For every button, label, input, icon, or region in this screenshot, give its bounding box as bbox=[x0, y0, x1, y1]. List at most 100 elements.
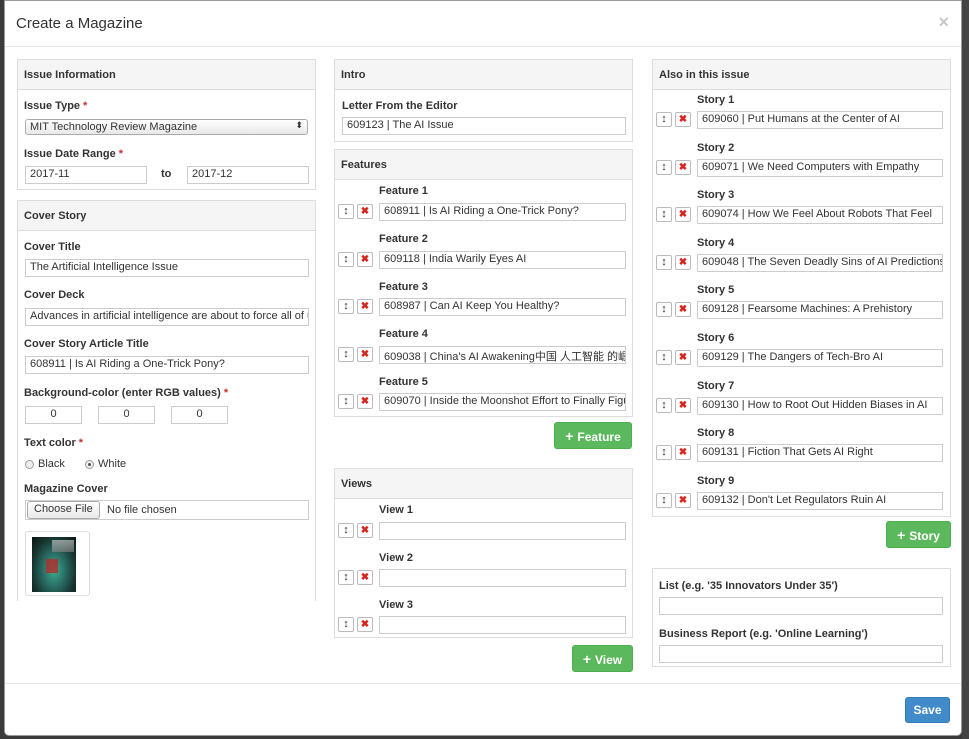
story-1-label: Story 1 bbox=[697, 94, 735, 106]
close-icon[interactable]: × bbox=[938, 12, 949, 33]
issue-type-value: MIT Technology Review Magazine bbox=[30, 121, 198, 133]
story-5-input[interactable]: 609128 | Fearsome Machines: A Prehistory bbox=[697, 301, 943, 319]
delete-icon[interactable]: ✖ bbox=[357, 523, 373, 538]
move-icon[interactable]: ↕ bbox=[338, 252, 354, 267]
delete-icon[interactable]: ✖ bbox=[357, 347, 373, 362]
business-report-input[interactable] bbox=[659, 645, 943, 663]
issue-type-label: Issue Type * bbox=[24, 100, 88, 112]
story-6-input[interactable]: 609129 | The Dangers of Tech-Bro AI bbox=[697, 349, 943, 367]
move-icon[interactable]: ↕ bbox=[656, 255, 672, 270]
background-color-label: Background-color (enter RGB values) * bbox=[24, 387, 229, 399]
feature-3-input[interactable]: 608987 | Can AI Keep You Healthy? bbox=[379, 298, 626, 316]
story-3-input[interactable]: 609074 | How We Feel About Robots That F… bbox=[697, 206, 943, 224]
move-icon[interactable]: ↕ bbox=[338, 617, 354, 632]
delete-icon[interactable]: ✖ bbox=[675, 255, 691, 270]
delete-icon[interactable]: ✖ bbox=[357, 617, 373, 632]
move-icon[interactable]: ↕ bbox=[656, 112, 672, 127]
cover-article-title-input[interactable]: 608911 | Is AI Riding a One-Trick Pony? bbox=[25, 356, 309, 374]
issue-date-range-label: Issue Date Range * bbox=[24, 148, 123, 160]
delete-icon[interactable]: ✖ bbox=[675, 398, 691, 413]
delete-icon[interactable]: ✖ bbox=[675, 112, 691, 127]
move-icon[interactable]: ↕ bbox=[338, 523, 354, 538]
plus-icon: + bbox=[565, 427, 574, 444]
features-heading: Features bbox=[335, 150, 632, 180]
move-icon[interactable]: ↕ bbox=[338, 570, 354, 585]
move-icon[interactable]: ↕ bbox=[338, 204, 354, 219]
view-3-input[interactable] bbox=[379, 616, 626, 634]
text-color-label: Text color * bbox=[24, 437, 84, 449]
delete-icon[interactable]: ✖ bbox=[675, 493, 691, 508]
move-icon[interactable]: ↕ bbox=[656, 493, 672, 508]
cover-title-input[interactable]: The Artificial Intelligence Issue bbox=[25, 259, 309, 277]
story-9-input[interactable]: 609132 | Don't Let Regulators Ruin AI bbox=[697, 492, 943, 510]
story-9-label: Story 9 bbox=[697, 475, 735, 487]
issue-date-from-input[interactable]: 2017-11 bbox=[25, 166, 147, 184]
letter-from-editor-input[interactable]: 609123 | The AI Issue bbox=[342, 117, 626, 135]
feature-5-label: Feature 5 bbox=[379, 376, 428, 388]
delete-icon[interactable]: ✖ bbox=[675, 207, 691, 222]
text-color-black-radio[interactable] bbox=[25, 460, 34, 469]
select-arrow-icon: ⬍ bbox=[295, 120, 303, 130]
cover-title-strip bbox=[52, 540, 74, 552]
issue-information-heading: Issue Information bbox=[18, 60, 315, 90]
move-icon[interactable]: ↕ bbox=[338, 394, 354, 409]
background-red-input[interactable]: 0 bbox=[25, 406, 82, 424]
delete-icon[interactable]: ✖ bbox=[675, 350, 691, 365]
story-4-input[interactable]: 609048 | The Seven Deadly Sins of AI Pre… bbox=[697, 254, 943, 272]
story-7-input[interactable]: 609130 | How to Root Out Hidden Biases i… bbox=[697, 397, 943, 415]
required-mark: * bbox=[78, 437, 84, 449]
move-icon[interactable]: ↕ bbox=[656, 302, 672, 317]
story-1-input[interactable]: 609060 | Put Humans at the Center of AI bbox=[697, 111, 943, 129]
issue-information-panel: Issue Information Issue Type * MIT Techno… bbox=[17, 59, 316, 190]
choose-file-button[interactable]: Choose File bbox=[27, 501, 100, 519]
delete-icon[interactable]: ✖ bbox=[675, 302, 691, 317]
magazine-cover-image bbox=[32, 537, 76, 592]
story-7-label: Story 7 bbox=[697, 380, 735, 392]
story-8-input[interactable]: 609131 | Fiction That Gets AI Right bbox=[697, 444, 943, 462]
move-icon[interactable]: ↕ bbox=[338, 299, 354, 314]
add-story-label: Story bbox=[909, 528, 940, 543]
view-1-input[interactable] bbox=[379, 522, 626, 540]
move-icon[interactable]: ↕ bbox=[656, 398, 672, 413]
issue-type-select[interactable]: MIT Technology Review Magazine ⬍ bbox=[25, 119, 308, 135]
view-3-label: View 3 bbox=[379, 599, 414, 611]
move-icon[interactable]: ↕ bbox=[656, 445, 672, 460]
background-blue-input[interactable]: 0 bbox=[171, 406, 228, 424]
delete-icon[interactable]: ✖ bbox=[675, 445, 691, 460]
add-story-button[interactable]: + Story bbox=[886, 521, 951, 548]
delete-icon[interactable]: ✖ bbox=[357, 252, 373, 267]
cover-deck-input[interactable]: Advances in artificial intelligence are … bbox=[25, 308, 309, 326]
intro-heading: Intro bbox=[335, 60, 632, 90]
delete-icon[interactable]: ✖ bbox=[357, 570, 373, 585]
story-2-input[interactable]: 609071 | We Need Computers with Empathy bbox=[697, 159, 943, 177]
feature-4-label: Feature 4 bbox=[379, 328, 428, 340]
cover-story-panel: Cover Story Cover Title The Artificial I… bbox=[17, 200, 316, 601]
move-icon[interactable]: ↕ bbox=[656, 207, 672, 222]
views-heading: Views bbox=[335, 469, 632, 499]
also-in-issue-heading: Also in this issue bbox=[653, 60, 950, 90]
move-icon[interactable]: ↕ bbox=[656, 350, 672, 365]
move-icon[interactable]: ↕ bbox=[338, 347, 354, 362]
page-background-edge bbox=[962, 0, 969, 739]
list-input[interactable] bbox=[659, 597, 943, 615]
move-icon[interactable]: ↕ bbox=[656, 160, 672, 175]
features-panel: Features Feature 1 ↕ ✖ 608911 | Is AI Ri… bbox=[334, 149, 633, 417]
background-green-input[interactable]: 0 bbox=[98, 406, 155, 424]
feature-2-input[interactable]: 609118 | India Warily Eyes AI bbox=[379, 251, 626, 269]
required-mark: * bbox=[223, 387, 229, 399]
extras-panel: List (e.g. '35 Innovators Under 35') Bus… bbox=[652, 568, 951, 667]
delete-icon[interactable]: ✖ bbox=[675, 160, 691, 175]
feature-5-input[interactable]: 609070 | Inside the Moonshot Effort to F… bbox=[379, 393, 626, 411]
issue-date-to-input[interactable]: 2017-12 bbox=[187, 166, 309, 184]
text-color-white-radio[interactable] bbox=[85, 460, 94, 469]
add-feature-button[interactable]: + Feature bbox=[554, 422, 632, 449]
view-2-input[interactable] bbox=[379, 569, 626, 587]
delete-icon[interactable]: ✖ bbox=[357, 394, 373, 409]
intro-panel: Intro Letter From the Editor 609123 | Th… bbox=[334, 59, 633, 142]
save-button[interactable]: Save bbox=[905, 697, 950, 723]
delete-icon[interactable]: ✖ bbox=[357, 204, 373, 219]
feature-1-input[interactable]: 608911 | Is AI Riding a One-Trick Pony? bbox=[379, 203, 626, 221]
feature-4-input[interactable]: 609038 | China's AI Awakening中国 人工智能 的崛起 bbox=[379, 346, 626, 364]
add-view-button[interactable]: + View bbox=[572, 645, 633, 672]
delete-icon[interactable]: ✖ bbox=[357, 299, 373, 314]
